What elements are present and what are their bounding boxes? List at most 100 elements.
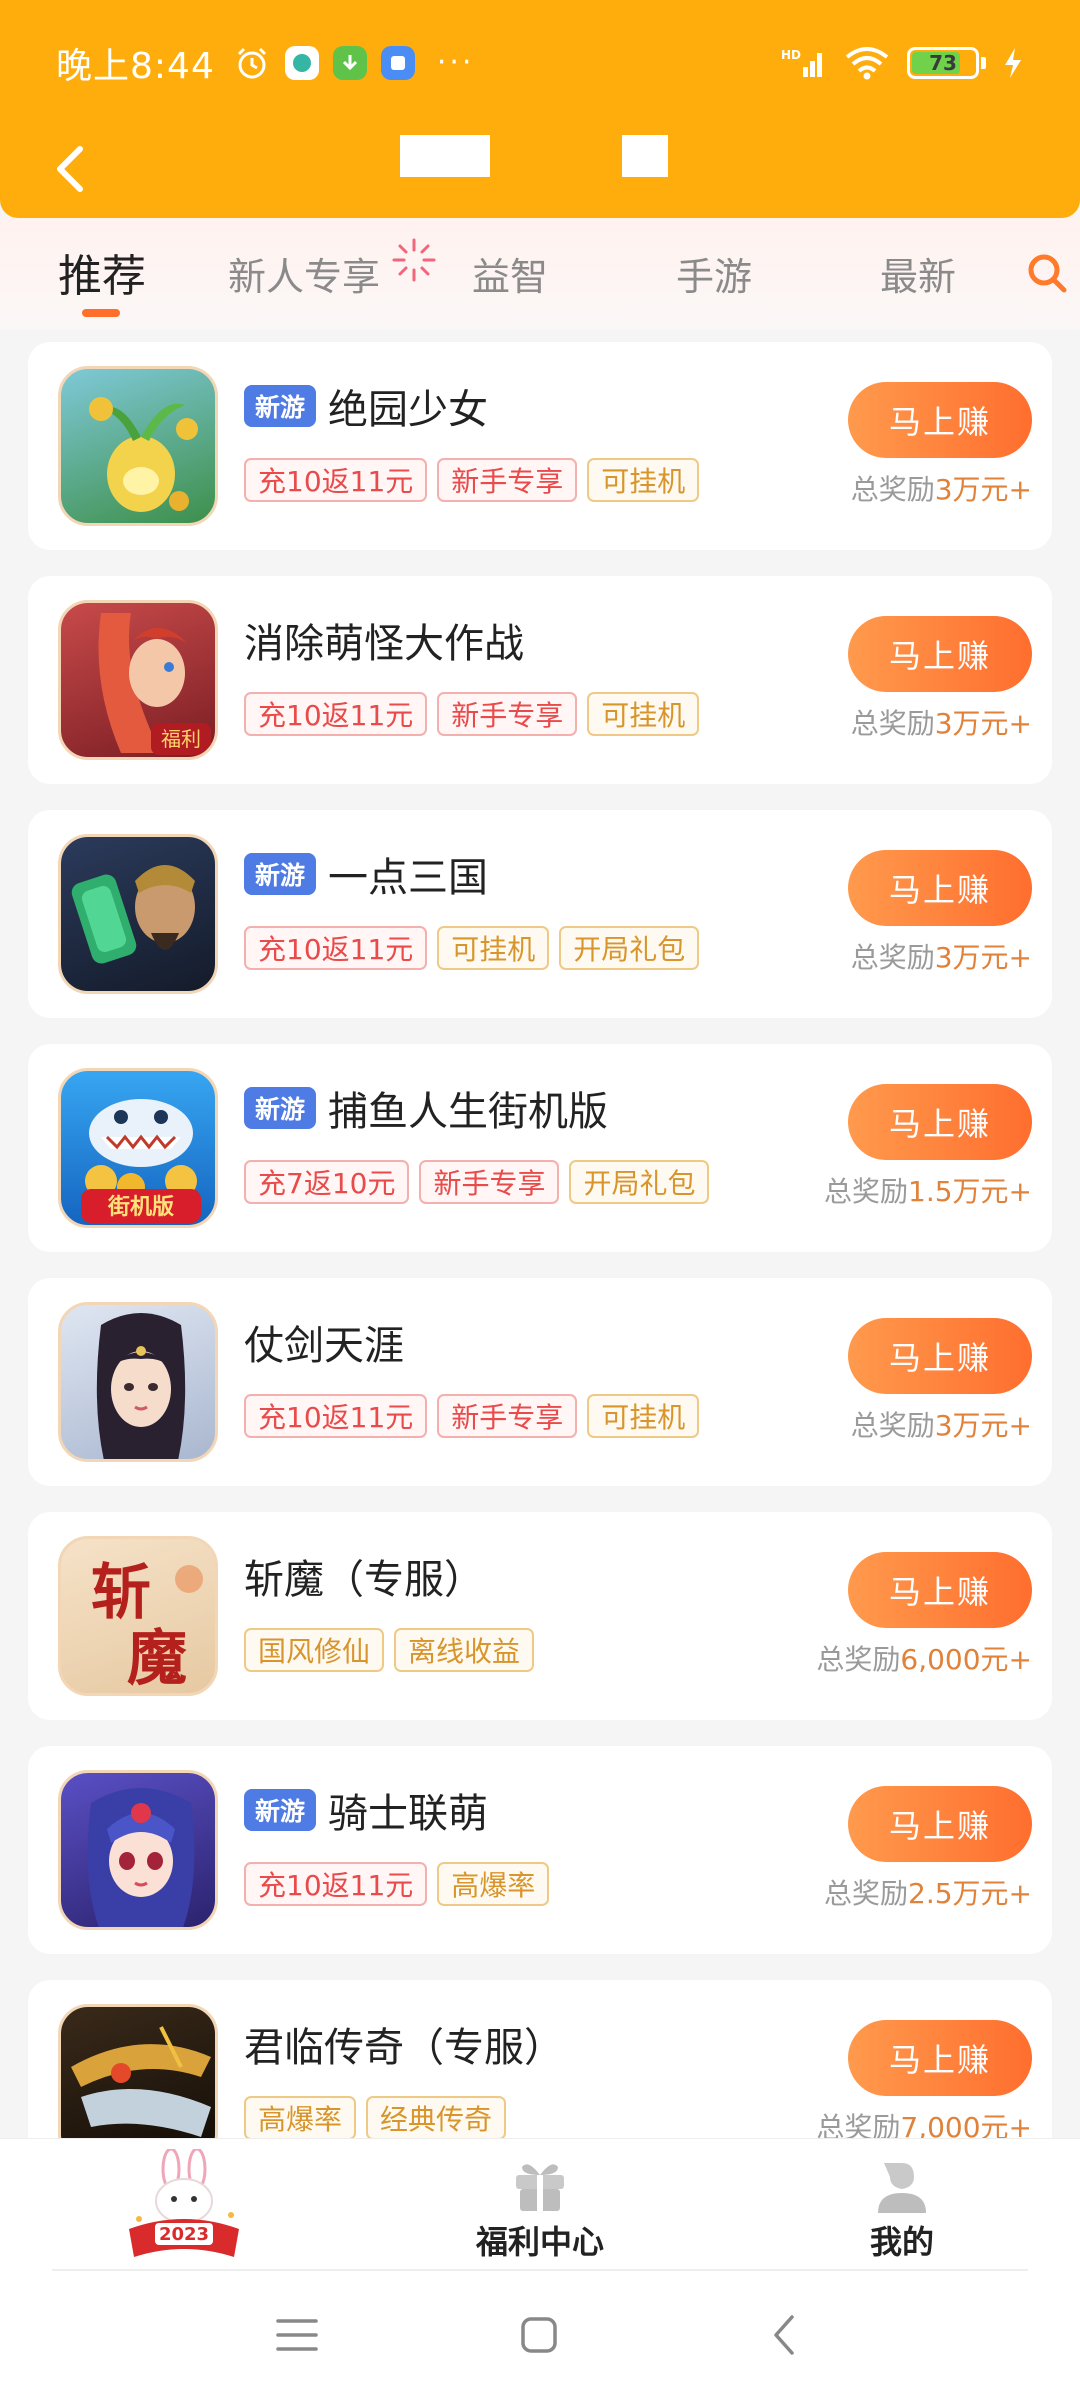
status-time: 晚上8:44 [56,45,215,87]
earn-now-button[interactable]: 马上赚 [848,2020,1032,2096]
game-tag: 可挂机 [587,692,700,736]
reward-amount: 3万元+ [934,1409,1032,1442]
total-reward: 总奖励2.5万元+ [824,1872,1032,1912]
game-name: 消除萌怪大作战 [244,621,524,667]
system-back-button[interactable] [760,2310,810,2360]
earn-now-button[interactable]: 马上赚 [848,382,1032,458]
reward-prefix: 总奖励 [823,1175,908,1208]
game-icon-three-kingdoms [58,834,218,994]
game-tag: 新手专享 [437,692,578,736]
new-game-badge: 新游 [244,385,316,427]
game-name: 捕鱼人生街机版 [328,1089,608,1135]
total-reward: 总奖励3万元+ [851,702,1032,742]
new-game-badge: 新游 [244,1087,316,1129]
status-notification-icons: ··· [233,44,475,82]
game-tag: 高爆率 [244,2096,357,2138]
new-game-badge: 新游 [244,853,316,895]
game-tags: 国风修仙 离线收益 [244,1628,535,1672]
earn-now-button[interactable]: 马上赚 [848,1318,1032,1394]
game-tag: 可挂机 [587,1394,700,1438]
home-square-icon [521,2317,557,2353]
game-card[interactable]: 斩魔 斩魔（专服） 国风修仙 离线收益 马上赚 总奖励6,000元+ [28,1512,1052,1720]
app-notification-icon-2 [380,45,415,80]
game-title-row: 新游 捕鱼人生街机版 [244,1080,608,1136]
game-tag: 可挂机 [437,926,550,970]
search-button[interactable] [1022,248,1072,298]
earn-now-button[interactable]: 马上赚 [848,1084,1032,1160]
earn-now-button[interactable]: 马上赚 [848,850,1032,926]
tab-newcomer[interactable]: 新人专享 [228,246,380,301]
game-card[interactable]: 新游 一点三国 充10返11元 可挂机 开局礼包 马上赚 总奖励3万元+ [28,810,1052,1018]
game-tags: 充10返11元 新手专享 可挂机 [244,1394,700,1438]
title-redacted-block-1 [400,135,490,177]
search-icon [1028,254,1067,293]
game-icon-legend-blade [58,2004,218,2138]
game-tag: 充10返11元 [244,1394,428,1438]
nav-welfare-center[interactable]: 福利中心 [460,2157,620,2263]
nav-row [0,125,1080,215]
reward-prefix: 总奖励 [850,1409,935,1442]
game-tag: 新手专享 [437,458,578,502]
earn-now-button[interactable]: 马上赚 [848,1552,1032,1628]
reward-prefix: 总奖励 [816,2111,901,2138]
more-notifications-icon: ··· [436,45,475,80]
earn-now-button[interactable]: 马上赚 [848,616,1032,692]
icon-badge-text: 街机版 [107,1194,174,1220]
signal-icon: HD [781,44,827,82]
tab-mobile-games[interactable]: 手游 [676,246,752,301]
game-tag: 高爆率 [437,1862,550,1906]
game-title-row: 新游 一点三国 [244,846,488,902]
tab-puzzle[interactable]: 益智 [472,246,548,301]
reward-amount: 1.5万元+ [908,1175,1032,1208]
nav-mine[interactable]: 我的 [822,2157,982,2263]
svg-text:HD: HD [781,48,801,62]
download-notification-icon [332,45,367,80]
game-icon-plant-girl [58,366,218,526]
reward-amount: 3万元+ [934,707,1032,740]
gift-icon [516,2164,564,2211]
recent-apps-button[interactable] [272,2310,322,2360]
game-title-row: 斩魔（专服） [244,1548,484,1604]
total-reward: 总奖励7,000元+ [816,2106,1032,2138]
back-button[interactable] [40,139,100,199]
total-reward: 总奖励3万元+ [851,936,1032,976]
game-tag: 新手专享 [419,1160,560,1204]
game-card[interactable]: 君临传奇（专服） 高爆率 经典传奇 马上赚 总奖励7,000元+ [28,1980,1052,2138]
nav-home[interactable]: 2023 [104,2149,264,2269]
user-icon [878,2163,926,2213]
game-card[interactable]: 仗剑天涯 充10返11元 新手专享 可挂机 马上赚 总奖励3万元+ [28,1278,1052,1486]
earn-now-button[interactable]: 马上赚 [848,1786,1032,1862]
charging-icon [1002,44,1024,82]
game-icon-sword-heroine [58,1302,218,1462]
game-tag: 充10返11元 [244,1862,428,1906]
game-card[interactable]: 新游 绝园少女 充10返11元 新手专享 可挂机 马上赚 总奖励3万元+ [28,342,1052,550]
game-name: 君临传奇（专服） [244,2025,564,2071]
reward-amount: 3万元+ [934,473,1032,506]
game-icon-fishing-arcade: 街机版 [58,1068,218,1228]
game-card[interactable]: 福利 消除萌怪大作战 充10返11元 新手专享 可挂机 马上赚 总奖励3万元+ [28,576,1052,784]
game-card[interactable]: 街机版 新游 捕鱼人生街机版 充7返10元 新手专享 开局礼包 马上赚 总奖励1… [28,1044,1052,1252]
game-card[interactable]: 新游 骑士联萌 充10返11元 高爆率 马上赚 总奖励2.5万元+ [28,1746,1052,1954]
wifi-icon [843,44,891,82]
game-tag: 充10返11元 [244,692,428,736]
tab-latest[interactable]: 最新 [880,246,956,301]
game-tags: 充7返10元 新手专享 开局礼包 [244,1160,710,1204]
game-tag: 离线收益 [394,1628,535,1672]
game-icon-calligraphy: 斩魔 [58,1536,218,1696]
battery-indicator: 73 [907,46,979,79]
app-notification-icon [284,45,319,80]
battery-level: 73 [929,50,957,75]
game-name: 一点三国 [328,855,488,901]
tab-recommend[interactable]: 推荐 [58,240,146,304]
game-tag: 充7返10元 [244,1160,410,1204]
reward-prefix: 总奖励 [850,473,935,506]
game-tag: 充10返11元 [244,926,428,970]
home-button[interactable] [514,2310,564,2360]
reward-prefix: 总奖励 [816,1643,901,1676]
back-triangle-icon [774,2315,794,2355]
game-tag: 开局礼包 [569,1160,710,1204]
title-redacted-block-2 [622,135,668,177]
game-tags: 充10返11元 新手专享 可挂机 [244,458,700,502]
bottom-navigation: 2023 福利中心 我的 [0,2138,1080,2274]
reward-prefix: 总奖励 [850,941,935,974]
